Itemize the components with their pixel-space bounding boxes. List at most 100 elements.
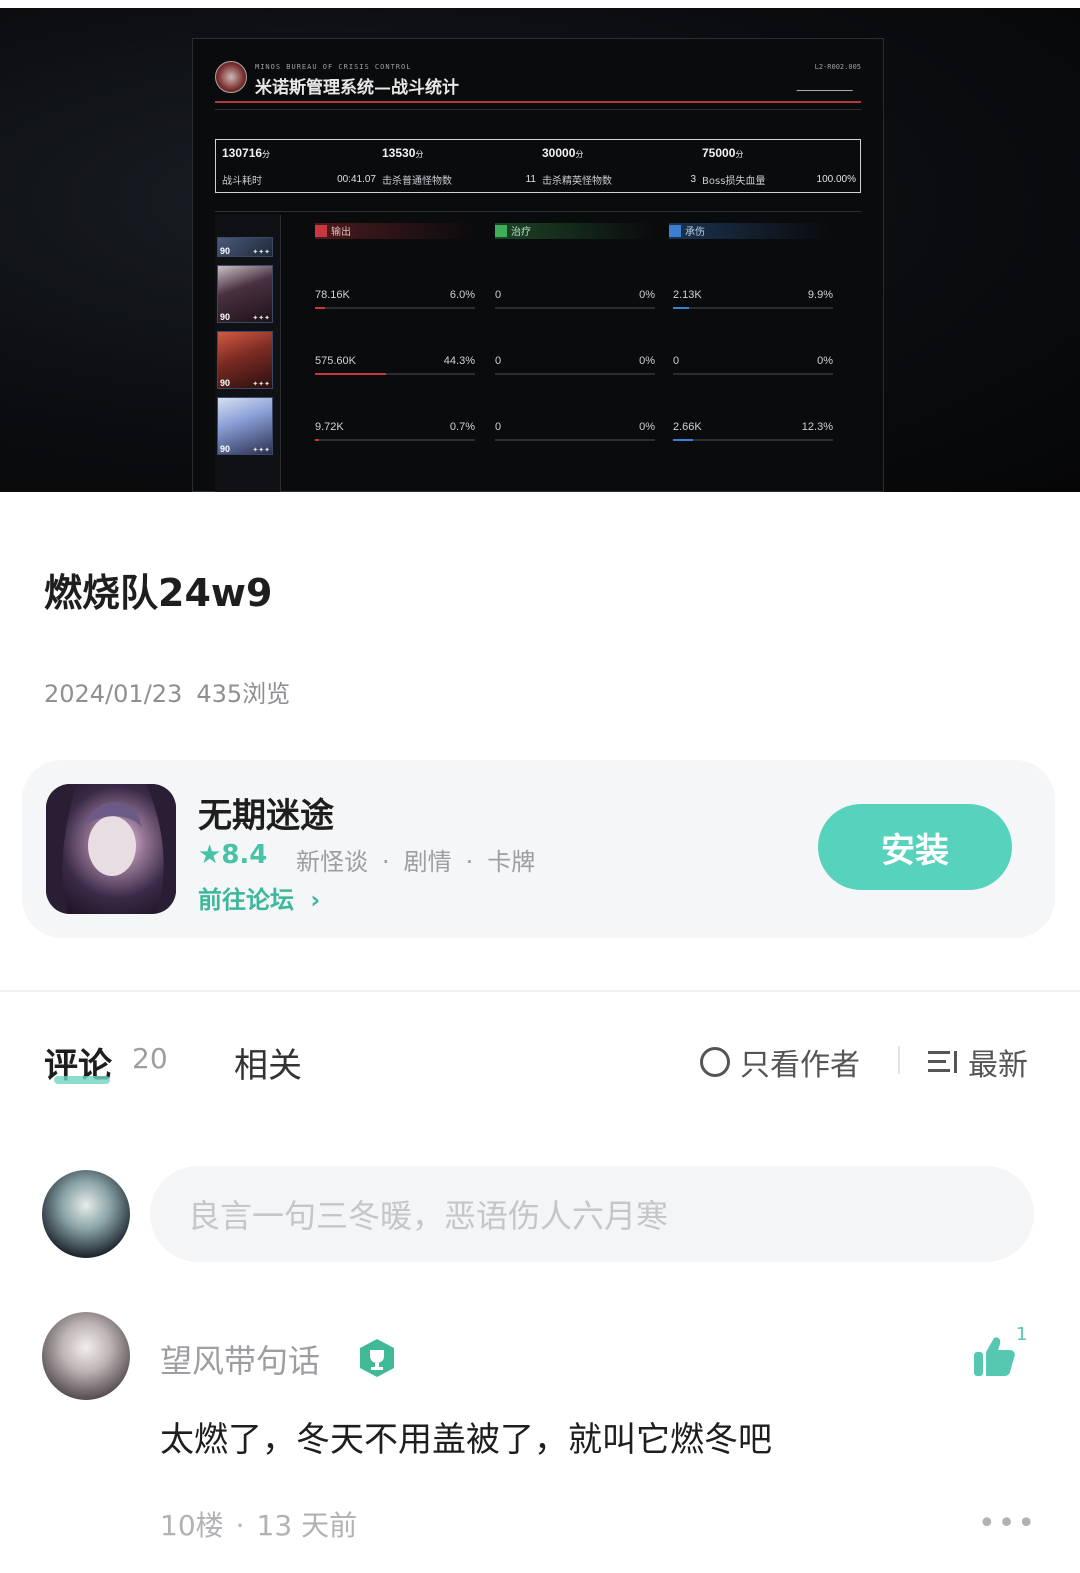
battle-stats-panel: MINOS BUREAU OF CRISIS CONTROL 米诺斯管理系统—战… bbox=[192, 38, 884, 492]
character-stars: ✦✦✦ bbox=[252, 248, 270, 256]
metric-value: 0 bbox=[495, 289, 502, 301]
metric-value: 0 bbox=[673, 355, 680, 367]
stat-elite-kills: 30000分 击杀精英怪物数 3 bbox=[542, 146, 702, 190]
metric-bar-fill bbox=[673, 307, 689, 309]
metric-output: 78.16K 6.0% bbox=[315, 289, 475, 309]
metric-value: 575.60K bbox=[315, 355, 356, 367]
section-divider bbox=[0, 990, 1080, 992]
header-rule bbox=[215, 101, 861, 103]
metric-value: 78.16K bbox=[315, 289, 350, 301]
sort-button[interactable]: 最新 bbox=[928, 1040, 1028, 1084]
my-avatar[interactable] bbox=[42, 1170, 130, 1258]
metric-bar-fill bbox=[315, 307, 325, 309]
stat-score: 75000 bbox=[702, 146, 736, 160]
comment-input[interactable]: 良言一句三冬暖，恶语伤人六月寒 bbox=[150, 1166, 1034, 1262]
metric-healing: 0 0% bbox=[495, 289, 655, 309]
game-card[interactable]: 无期迷途 ★8.4 新怪谈 · 剧情 · 卡牌 前往论坛 › 安装 bbox=[22, 760, 1055, 938]
game-tag: 新怪谈 bbox=[296, 848, 368, 876]
game-tag: 卡牌 bbox=[487, 848, 536, 876]
metric-value: 2.66K bbox=[673, 421, 702, 433]
comment-floor: 10楼 bbox=[160, 1509, 224, 1542]
comment-avatar[interactable] bbox=[42, 1312, 130, 1400]
metric-healing: 0 0% bbox=[495, 355, 655, 375]
sort-label: 最新 bbox=[968, 1048, 1028, 1083]
character-stars: ✦✦✦ bbox=[252, 314, 270, 322]
comments-count: 20 bbox=[132, 1042, 168, 1075]
stat-label: 击杀普通怪物数 bbox=[382, 176, 452, 187]
more-options-icon[interactable]: ••• bbox=[978, 1506, 1037, 1541]
game-tag: 剧情 bbox=[403, 848, 452, 876]
install-button[interactable]: 安装 bbox=[818, 804, 1012, 890]
metric-bar-track bbox=[315, 439, 475, 441]
metric-bar-track bbox=[673, 307, 833, 309]
metric-percent: 12.3% bbox=[801, 421, 833, 433]
stat-unit: 分 bbox=[262, 150, 271, 159]
only-author-toggle[interactable]: 只看作者 bbox=[700, 1040, 860, 1084]
like-count: 1 bbox=[1016, 1324, 1028, 1345]
category-tanking: 承伤 bbox=[669, 223, 829, 239]
comment-meta: 10楼 · 13 天前 bbox=[160, 1509, 358, 1542]
sub-rule bbox=[215, 109, 861, 110]
stat-label: 击杀精英怪物数 bbox=[542, 176, 612, 187]
tanking-icon bbox=[669, 225, 681, 237]
metric-tanking: 2.66K 12.3% bbox=[673, 421, 833, 441]
comment-text: 太燃了，冬天不用盖被了，就叫它燃冬吧 bbox=[160, 1420, 772, 1460]
metric-percent: 6.0% bbox=[449, 289, 475, 301]
character-portrait: 90 ✦✦✦ bbox=[217, 397, 273, 455]
metric-bar-fill bbox=[315, 373, 386, 375]
metric-percent: 44.3% bbox=[443, 355, 475, 367]
doc-code: L2-R002.005 bbox=[814, 63, 861, 71]
character-level: 90 bbox=[220, 246, 231, 256]
stat-value: 3 bbox=[690, 174, 696, 185]
metric-percent: 0% bbox=[639, 355, 655, 367]
stat-time: 130716分 战斗耗时 00:41.07 bbox=[222, 146, 382, 190]
healing-icon bbox=[495, 225, 507, 237]
metric-tanking: 0 0% bbox=[673, 355, 833, 375]
character-level: 90 bbox=[220, 378, 231, 388]
post-views: 435浏览 bbox=[196, 680, 291, 708]
stat-label: 战斗耗时 bbox=[222, 176, 262, 187]
roster-rule bbox=[215, 211, 861, 212]
character-level: 90 bbox=[220, 312, 231, 322]
radio-circle-icon bbox=[700, 1047, 730, 1077]
thumbs-up-icon[interactable] bbox=[970, 1332, 1018, 1380]
stat-score: 30000 bbox=[542, 146, 576, 160]
tab-related[interactable]: 相关 bbox=[234, 1038, 302, 1087]
metric-bar-track bbox=[495, 307, 655, 309]
stat-value: 100.00% bbox=[816, 174, 856, 185]
battle-stats-screenshot[interactable]: MINOS BUREAU OF CRISIS CONTROL 米诺斯管理系统—战… bbox=[0, 8, 1080, 492]
metric-bar-fill bbox=[673, 439, 693, 441]
active-tab-indicator bbox=[54, 1076, 110, 1084]
comment-time: 13 天前 bbox=[256, 1509, 358, 1542]
metric-value: 0 bbox=[495, 421, 502, 433]
metric-bar-track bbox=[673, 439, 833, 441]
chevron-right-icon: › bbox=[310, 886, 321, 914]
stat-score: 130716 bbox=[222, 146, 263, 160]
metric-value: 2.13K bbox=[673, 289, 702, 301]
character-stars: ✦✦✦ bbox=[252, 446, 270, 454]
signature-mark bbox=[796, 77, 858, 91]
metric-bar-track bbox=[495, 439, 655, 441]
filter-separator bbox=[898, 1046, 900, 1074]
metric-bar-fill bbox=[315, 439, 319, 441]
stat-score: 13530 bbox=[382, 146, 416, 160]
metric-bar-track bbox=[495, 373, 655, 375]
forum-link[interactable]: 前往论坛 › bbox=[198, 880, 320, 915]
metric-tanking: 2.13K 9.9% bbox=[673, 289, 833, 309]
metric-percent: 0% bbox=[639, 289, 655, 301]
sort-icon bbox=[928, 1049, 958, 1075]
metric-percent: 0% bbox=[639, 421, 655, 433]
post-title: 燃烧队24w9 bbox=[44, 571, 273, 615]
metric-bar-track bbox=[315, 373, 475, 375]
metric-value: 0 bbox=[495, 355, 502, 367]
game-icon[interactable] bbox=[46, 784, 176, 914]
comment-username[interactable]: 望风带句话 bbox=[160, 1336, 320, 1382]
character-portrait: 90 ✦✦✦ bbox=[217, 331, 273, 389]
rating-value: 8.4 bbox=[221, 840, 268, 870]
metric-bar-track bbox=[673, 373, 833, 375]
post-date: 2024/01/23 bbox=[44, 680, 183, 708]
post-meta: 2024/01/23 435浏览 bbox=[44, 674, 290, 709]
output-icon bbox=[315, 225, 327, 237]
character-portrait: 90 ✦✦✦ bbox=[217, 237, 273, 257]
star-icon: ★ bbox=[198, 840, 222, 870]
